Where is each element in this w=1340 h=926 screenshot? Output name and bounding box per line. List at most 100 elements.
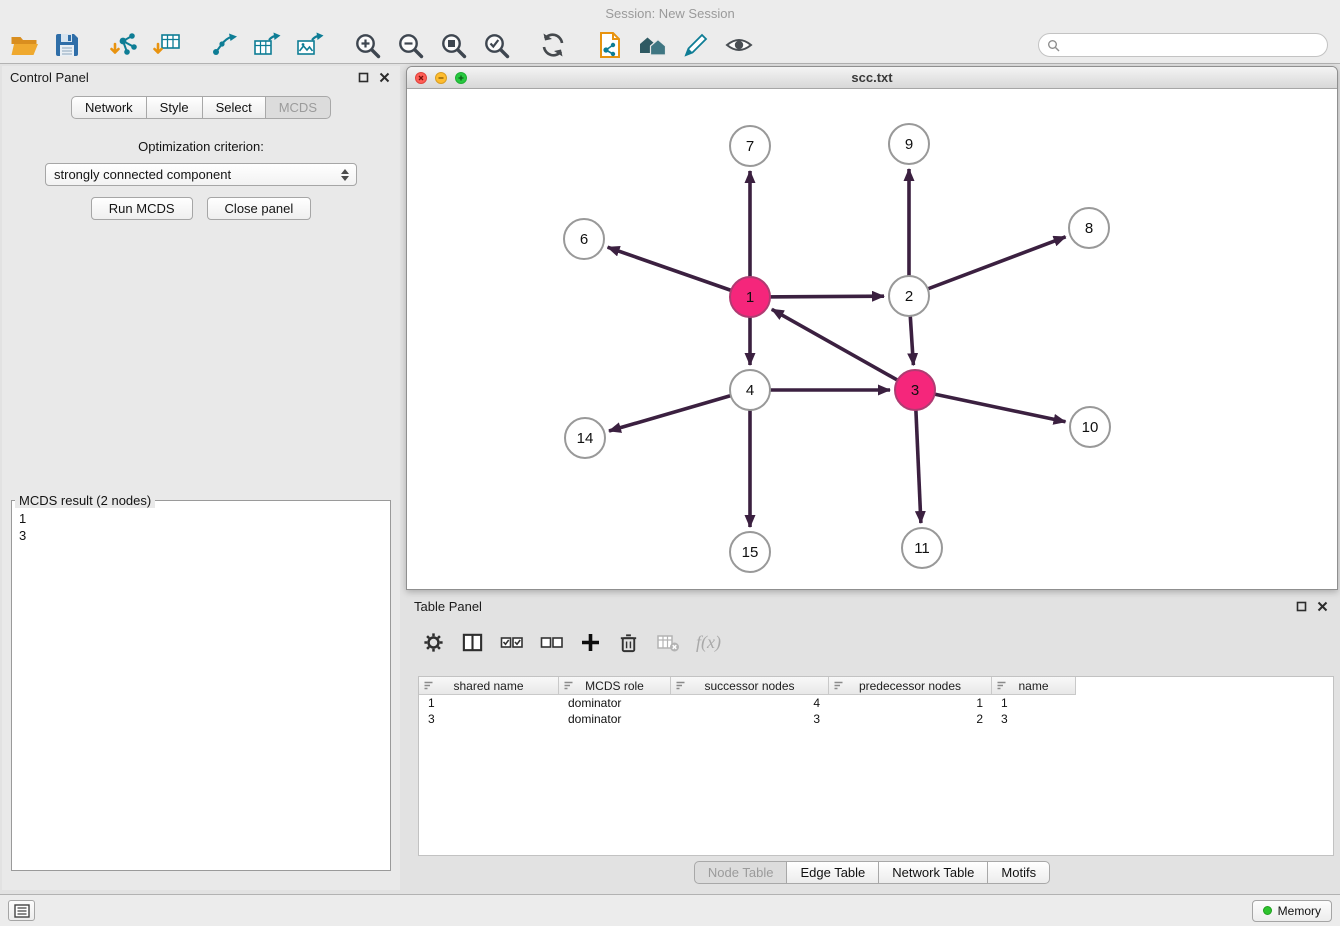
table-body: 1dominator4113dominator323 [419, 695, 1333, 727]
table-cell: 2 [829, 711, 992, 727]
table-row[interactable]: 1dominator411 [419, 695, 1333, 711]
toggle-columns-button[interactable] [461, 631, 484, 654]
graph-node-10[interactable]: 10 [1070, 407, 1110, 447]
memory-status-icon [1263, 906, 1272, 915]
tab-motifs[interactable]: Motifs [987, 861, 1050, 884]
graph-node-2[interactable]: 2 [889, 276, 929, 316]
close-panel-button[interactable]: Close panel [207, 197, 312, 220]
column-header-label: shared name [419, 679, 558, 693]
control-panel-tabs: NetworkStyleSelectMCDS [2, 96, 400, 119]
tab-node-table[interactable]: Node Table [694, 861, 788, 884]
home-button[interactable] [635, 28, 671, 62]
delete-column-button[interactable] [617, 631, 640, 654]
window-titlebar: Session: New Session [0, 0, 1340, 26]
import-network-button[interactable] [106, 28, 142, 62]
tab-network[interactable]: Network [71, 96, 147, 119]
graph-node-15[interactable]: 15 [730, 532, 770, 572]
trash-icon [617, 631, 640, 654]
close-table-panel-icon[interactable] [1317, 601, 1328, 612]
graph-node-8[interactable]: 8 [1069, 208, 1109, 248]
search-box[interactable] [1038, 33, 1328, 57]
mcds-result-text[interactable]: 1 3 [12, 508, 390, 870]
column-header-successor-nodes[interactable]: successor nodes [671, 677, 829, 695]
tab-mcds[interactable]: MCDS [265, 96, 331, 119]
float-panel-icon[interactable] [358, 72, 369, 83]
table-cell: 4 [671, 695, 829, 711]
deselect-all-columns-button[interactable] [540, 632, 564, 653]
table-panel-title: Table Panel [414, 599, 482, 614]
brush-icon [683, 32, 709, 58]
tab-style[interactable]: Style [146, 96, 203, 119]
graph-node-9[interactable]: 9 [889, 124, 929, 164]
save-session-button[interactable] [49, 28, 85, 62]
minimize-window-icon[interactable] [435, 72, 447, 84]
copy-view-button[interactable] [592, 28, 628, 62]
table-tabs: Node TableEdge TableNetwork TableMotifs [406, 861, 1338, 884]
table-cell: 1 [829, 695, 992, 711]
tab-select[interactable]: Select [202, 96, 266, 119]
graph-edge-4-14[interactable] [609, 390, 750, 431]
refresh-button[interactable] [535, 28, 571, 62]
optimization-dropdown[interactable]: strongly connected component [45, 163, 357, 186]
table-settings-button[interactable] [422, 631, 445, 654]
table-cell: dominator [559, 711, 671, 727]
zoom-selected-icon [483, 32, 510, 59]
tab-edge-table[interactable]: Edge Table [786, 861, 879, 884]
network-canvas[interactable]: 7 9 6 8 1 2 4 3 14 10 15 11 [407, 89, 1337, 589]
column-header-shared-name[interactable]: shared name [419, 677, 559, 695]
select-all-columns-button[interactable] [500, 632, 524, 653]
close-panel-icon[interactable] [379, 72, 390, 83]
column-header-predecessor-nodes[interactable]: predecessor nodes [829, 677, 992, 695]
graph-edge-3-10[interactable] [915, 390, 1066, 422]
add-column-button[interactable] [580, 632, 601, 653]
import-table-button[interactable] [149, 28, 185, 62]
zoom-fit-button[interactable] [435, 28, 471, 62]
save-icon [54, 32, 80, 58]
svg-text:2: 2 [905, 288, 913, 305]
graph-node-1[interactable]: 1 [730, 277, 770, 317]
tab-network-table[interactable]: Network Table [878, 861, 988, 884]
export-table-icon [253, 32, 281, 58]
sort-icon [833, 680, 844, 694]
memory-button[interactable]: Memory [1252, 900, 1332, 922]
close-window-icon[interactable] [415, 72, 427, 84]
float-table-panel-icon[interactable] [1296, 601, 1307, 612]
graph-node-4[interactable]: 4 [730, 370, 770, 410]
zoom-selected-button[interactable] [478, 28, 514, 62]
zoom-in-button[interactable] [349, 28, 385, 62]
column-header-name[interactable]: name [992, 677, 1076, 695]
svg-text:15: 15 [742, 544, 759, 561]
table-row[interactable]: 3dominator323 [419, 711, 1333, 727]
zoom-fit-icon [440, 32, 467, 59]
export-image-button[interactable] [292, 28, 328, 62]
graph-node-14[interactable]: 14 [565, 418, 605, 458]
export-table-button[interactable] [249, 28, 285, 62]
annotation-button[interactable] [678, 28, 714, 62]
column-header-label: predecessor nodes [829, 679, 991, 693]
column-header-MCDS-role[interactable]: MCDS role [559, 677, 671, 695]
maximize-window-icon[interactable] [455, 72, 467, 84]
run-mcds-button[interactable]: Run MCDS [91, 197, 193, 220]
search-input[interactable] [1065, 38, 1319, 53]
show-panels-button[interactable] [8, 900, 35, 921]
graph-node-7[interactable]: 7 [730, 126, 770, 166]
graph-node-3[interactable]: 3 [895, 370, 935, 410]
export-network-button[interactable] [206, 28, 242, 62]
graph-node-6[interactable]: 6 [564, 219, 604, 259]
optimization-label: Optimization criterion: [2, 139, 400, 154]
control-panel: Control Panel NetworkStyleSelectMCDS Opt… [2, 66, 400, 890]
columns-icon [461, 631, 484, 654]
graph-edge-3-1[interactable] [772, 309, 915, 390]
graph-edge-1-6[interactable] [608, 247, 750, 297]
graph-edge-2-8[interactable] [909, 237, 1066, 296]
open-file-button[interactable] [6, 28, 42, 62]
delete-table-button [656, 632, 680, 653]
application-window: Session: New Session [0, 0, 1340, 926]
sort-icon [675, 680, 686, 694]
show-details-button[interactable] [721, 28, 757, 62]
zoom-out-button[interactable] [392, 28, 428, 62]
svg-text:9: 9 [905, 136, 913, 153]
dropdown-value: strongly connected component [54, 167, 339, 182]
window-chrome: Session: New Session [0, 0, 1340, 64]
graph-node-11[interactable]: 11 [902, 528, 942, 568]
